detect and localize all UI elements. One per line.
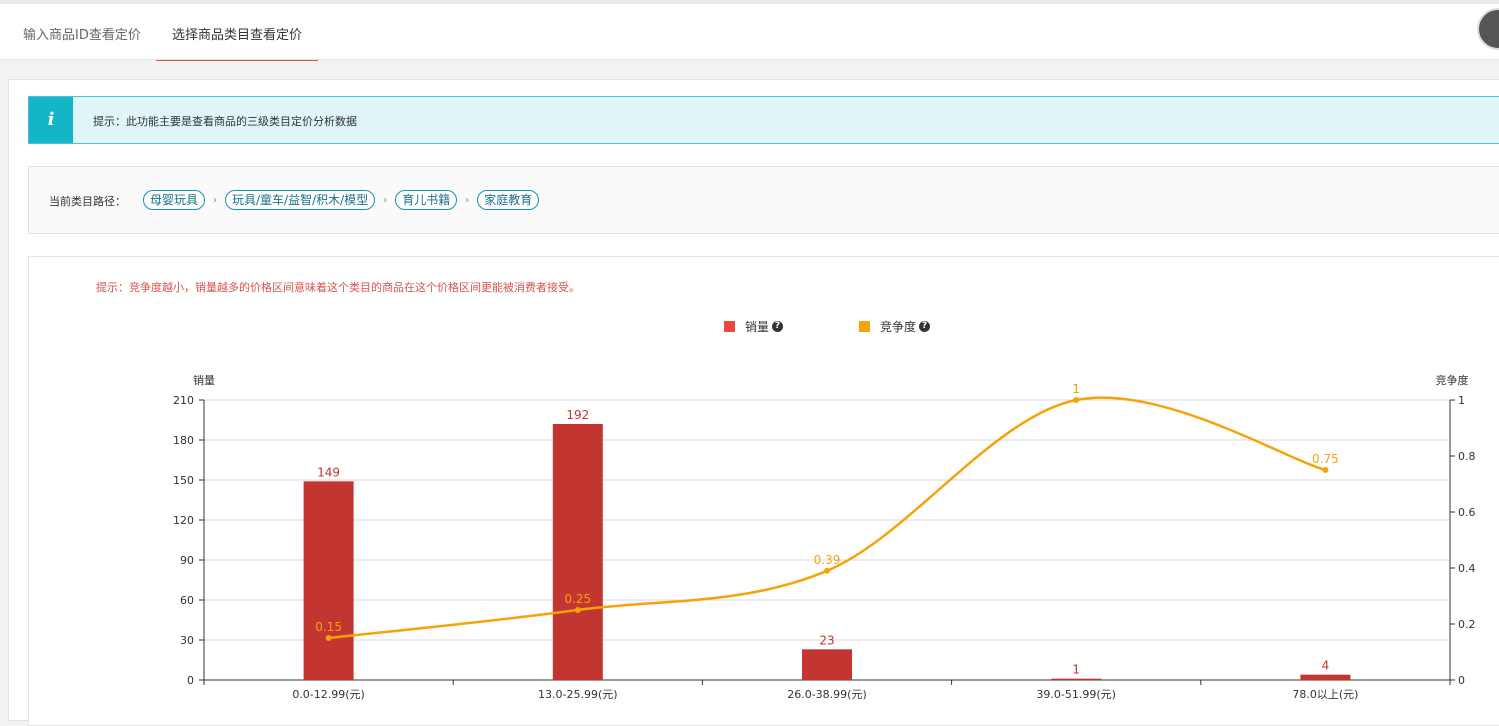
- y-tick-label: 150: [173, 474, 194, 487]
- bar-data-label: 1: [1072, 663, 1080, 677]
- line-data-label: 0.75: [1312, 452, 1339, 466]
- y-right-tick-label: 0.4: [1458, 562, 1476, 575]
- bar-sales: [1051, 678, 1102, 680]
- bar-sales: [802, 649, 852, 680]
- price-range-chart: 0 30 60 90 120 150 180 210 0 0.2 0.4 0.6 0.8 1 销量 竞争度 0.…: [173, 373, 1476, 701]
- x-tick-label: 0.0-12.99(元): [292, 688, 365, 701]
- line-point-competition: [574, 607, 581, 613]
- y-tick-label: 120: [173, 514, 194, 527]
- y-tick-label: 0: [187, 674, 194, 687]
- y-axis-title: 销量: [193, 373, 215, 387]
- x-tick-label: 26.0-38.99(元): [787, 688, 867, 701]
- line-data-label: 0.15: [315, 620, 342, 634]
- y-right-axis-title: 竞争度: [1436, 373, 1469, 387]
- bar-data-label: 192: [566, 408, 589, 422]
- x-tick-label: 78.0以上(元): [1292, 688, 1358, 701]
- line-competition: [328, 396, 1326, 640]
- line-point-competition: [1322, 467, 1329, 473]
- x-tick-label: 39.0-51.99(元): [1036, 688, 1116, 701]
- line-point-competition: [325, 635, 332, 641]
- line-point-competition: [1073, 397, 1080, 403]
- y-tick-label: 90: [180, 554, 194, 567]
- y-right-tick-label: 0.2: [1458, 618, 1476, 631]
- bar-sales: [1300, 674, 1351, 680]
- bar-data-label: 4: [1322, 659, 1330, 673]
- line-point-competition: [824, 567, 830, 574]
- y-tick-label: 180: [173, 434, 194, 447]
- line-data-label: 0.39: [814, 553, 841, 567]
- y-right-tick-label: 1: [1458, 394, 1465, 407]
- y-tick-label: 60: [180, 594, 194, 607]
- bar-sales: [552, 424, 603, 680]
- y-right-tick-label: 0.6: [1458, 506, 1476, 519]
- bar-data-label: 23: [819, 633, 834, 647]
- x-tick-label: 13.0-25.99(元): [538, 688, 618, 701]
- line-data-label: 1: [1072, 382, 1080, 396]
- y-tick-label: 210: [173, 394, 194, 407]
- y-right-tick-label: 0: [1458, 674, 1465, 687]
- y-tick-label: 30: [180, 634, 194, 647]
- bar-sales: [303, 481, 354, 680]
- line-data-label: 0.25: [564, 592, 591, 606]
- y-right-tick-label: 0.8: [1458, 450, 1476, 463]
- bar-data-label: 149: [317, 465, 340, 479]
